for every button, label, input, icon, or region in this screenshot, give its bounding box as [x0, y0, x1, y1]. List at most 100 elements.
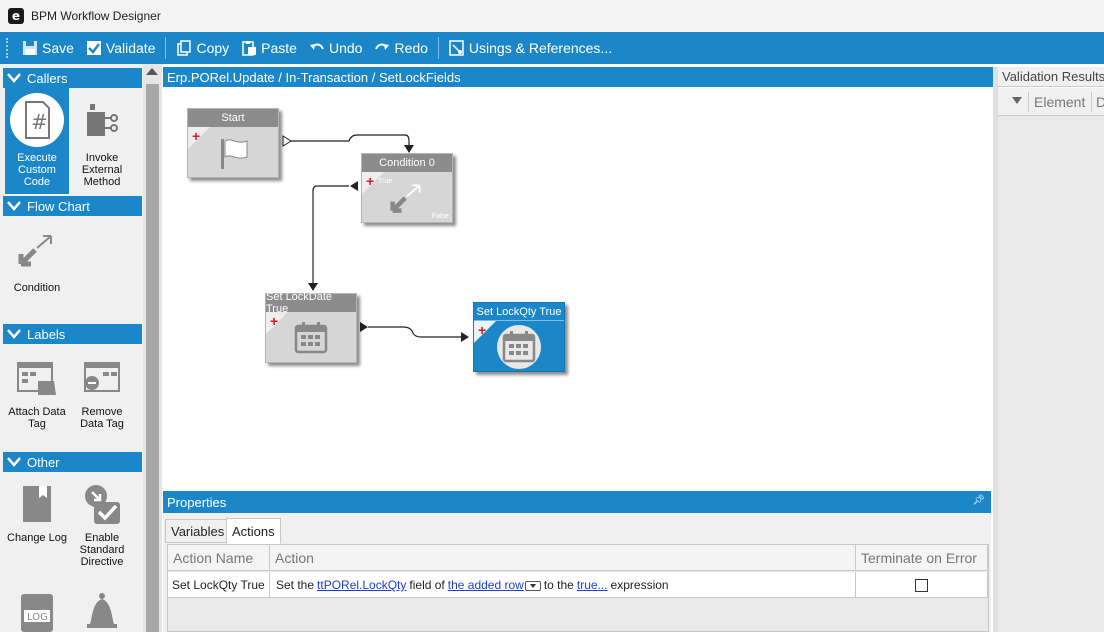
- category-other[interactable]: Other: [3, 452, 142, 472]
- tool-label: Attach Data Tag: [8, 406, 66, 430]
- bell-icon: [87, 593, 117, 628]
- terminate-checkbox[interactable]: [915, 578, 928, 592]
- svg-text:#: #: [31, 110, 48, 134]
- node-title: Set LockQty True: [474, 303, 564, 321]
- category-callers[interactable]: Callers: [3, 68, 142, 88]
- tab-variables[interactable]: Variables: [165, 519, 231, 543]
- main-toolbar: Save Validate Copy Paste Undo Redo Using…: [0, 32, 1104, 64]
- toolbar-grip[interactable]: [6, 38, 10, 58]
- hash-document-icon: #: [10, 93, 64, 147]
- action-text: field of: [409, 578, 445, 592]
- validation-grid-body: [998, 116, 1104, 632]
- usings-references-button[interactable]: Usings & References...: [443, 35, 618, 61]
- condition-icon: [390, 184, 421, 213]
- copy-label: Copy: [196, 40, 230, 56]
- category-flow-chart[interactable]: Flow Chart: [3, 196, 142, 216]
- column-description[interactable]: D: [1096, 88, 1104, 116]
- toolbox-scrollbar[interactable]: [143, 64, 162, 632]
- actions-grid: Action Name Action Terminate on Error Se…: [167, 544, 989, 632]
- tool-label: Execute Custom Code: [17, 152, 57, 188]
- dropdown-arrow-icon[interactable]: [524, 581, 541, 591]
- flag-icon: [221, 139, 248, 169]
- book-icon: [23, 486, 51, 522]
- tab-actions[interactable]: Actions: [226, 518, 281, 544]
- action-text: Set the: [276, 578, 315, 592]
- category-labels[interactable]: Labels: [3, 324, 142, 344]
- scroll-up-arrow-icon[interactable]: [146, 68, 158, 75]
- node-title: Start: [188, 109, 278, 127]
- undo-icon: [309, 43, 324, 50]
- column-action[interactable]: Action: [270, 545, 856, 571]
- column-action-name[interactable]: Action Name: [168, 545, 270, 571]
- tool-remove-data-tag[interactable]: Remove Data Tag: [70, 350, 134, 430]
- validate-button[interactable]: Validate: [80, 35, 162, 61]
- paste-button[interactable]: Paste: [235, 35, 303, 61]
- expression-link[interactable]: true...: [577, 578, 608, 592]
- chevron-down-icon: [7, 457, 21, 467]
- node-set-lockdate[interactable]: Set LockDate True +: [265, 291, 357, 363]
- save-label: Save: [42, 40, 74, 56]
- tool-change-log[interactable]: Change Log: [5, 476, 69, 544]
- tool-invoke-external-method[interactable]: Invoke External Method: [70, 88, 134, 194]
- pin-icon[interactable]: 📌︎: [972, 495, 985, 506]
- copy-icon: [177, 40, 192, 56]
- validation-results-panel: Validation Results Element D: [997, 67, 1104, 632]
- external-method-icon: [87, 104, 118, 136]
- undo-label: Undo: [328, 40, 363, 56]
- row-link[interactable]: the added row: [448, 578, 524, 592]
- properties-header: Properties 📌︎: [163, 491, 991, 513]
- properties-title: Properties: [167, 494, 227, 510]
- properties-panel: Variables Actions Action Name Action Ter…: [163, 513, 991, 632]
- tool-attach-data-tag[interactable]: Attach Data Tag: [5, 350, 69, 430]
- tool-execute-custom-code[interactable]: # Execute Custom Code: [5, 88, 69, 194]
- tool-label: Remove Data Tag: [80, 406, 124, 430]
- tool-log[interactable]: LOG: [5, 584, 69, 632]
- cell-action: Set the ttPORel.LockQty field of the add…: [270, 572, 856, 598]
- copy-button[interactable]: Copy: [170, 35, 235, 61]
- column-element[interactable]: Element: [1034, 88, 1085, 116]
- node-set-lockqty[interactable]: Set LockQty True +: [473, 302, 565, 372]
- field-link[interactable]: ttPORel.LockQty: [317, 578, 406, 592]
- category-label: Callers: [27, 70, 68, 86]
- log-icon: LOG: [21, 594, 53, 632]
- enable-directive-icon: [85, 485, 120, 524]
- category-label: Other: [27, 454, 60, 470]
- redo-icon: [375, 43, 390, 50]
- toolbox-panel: Callers # Execute Custom Code Invoke Ext…: [0, 64, 143, 632]
- node-start[interactable]: Start +: [187, 108, 279, 178]
- action-text: expression: [610, 578, 669, 592]
- toolbar-separator: [437, 37, 439, 59]
- tool-label: Condition: [13, 282, 61, 294]
- cell-terminate: [856, 572, 988, 598]
- save-icon: [23, 41, 37, 55]
- node-condition[interactable]: Condition 0 + True False: [361, 153, 453, 223]
- validation-title: Validation Results: [998, 67, 1104, 87]
- window-title: BPM Workflow Designer: [31, 9, 161, 23]
- redo-button[interactable]: Redo: [368, 35, 433, 61]
- connectors: [282, 134, 469, 342]
- filter-arrow-icon[interactable]: [1012, 97, 1022, 104]
- tool-enable-standard-directive[interactable]: Enable Standard Directive: [70, 476, 134, 568]
- tool-condition[interactable]: Condition: [5, 222, 69, 294]
- category-label: Labels: [27, 326, 66, 342]
- validate-label: Validate: [105, 40, 156, 56]
- redo-label: Redo: [394, 40, 428, 56]
- tool-notification[interactable]: [70, 584, 134, 632]
- table-row[interactable]: Set LockQty True Set the ttPORel.LockQty…: [168, 572, 988, 598]
- chevron-down-icon: [7, 201, 21, 211]
- column-divider: [1028, 92, 1029, 112]
- svg-text:LOG: LOG: [27, 612, 48, 623]
- workflow-canvas[interactable]: Start + Condition 0 + True False Set Loc…: [163, 87, 993, 487]
- column-divider: [1091, 92, 1092, 112]
- node-title: Condition 0: [362, 154, 452, 172]
- condition-icon: [18, 235, 52, 267]
- save-button[interactable]: Save: [16, 35, 80, 61]
- category-label: Flow Chart: [27, 198, 90, 214]
- paste-label: Paste: [261, 40, 297, 56]
- workflow-breadcrumb: Erp.PORel.Update / In-Transaction / SetL…: [163, 67, 993, 87]
- scroll-thumb[interactable]: [146, 84, 159, 632]
- attach-tag-icon: [17, 362, 56, 395]
- undo-button[interactable]: Undo: [303, 35, 368, 61]
- column-terminate-on-error[interactable]: Terminate on Error: [856, 545, 988, 571]
- grid-header: Action Name Action Terminate on Error: [168, 545, 988, 571]
